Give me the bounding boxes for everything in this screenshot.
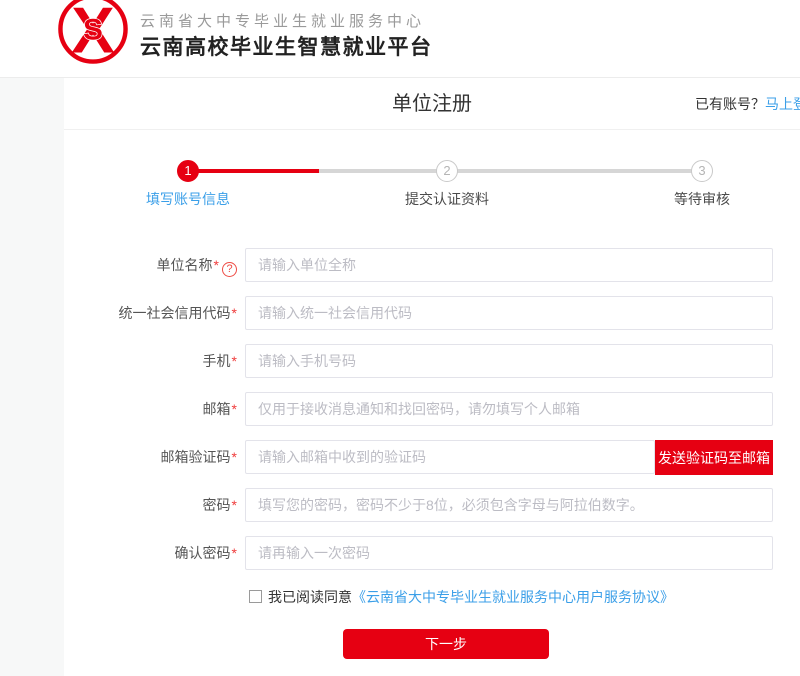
confirm-password-input[interactable]: [245, 536, 773, 570]
svg-text:S: S: [83, 13, 103, 46]
mobile-label: 手机: [203, 353, 231, 369]
step-track-progress: [189, 169, 319, 173]
field-row-email: 邮箱*: [64, 392, 800, 426]
step-1-label: 填写账号信息: [108, 189, 268, 209]
field-row-confirm-password: 确认密码*: [64, 536, 800, 570]
email-code-input[interactable]: [245, 440, 655, 474]
page-title: 单位注册: [64, 78, 800, 130]
unit-name-label: 单位名称: [157, 257, 213, 273]
credit-code-input[interactable]: [245, 296, 773, 330]
help-icon[interactable]: ?: [222, 262, 237, 277]
send-code-button[interactable]: 发送验证码至邮箱: [655, 440, 773, 475]
step-2-circle: 2: [436, 160, 458, 182]
platform-name: 云南高校毕业生智慧就业平台: [140, 31, 433, 61]
login-area: 已有账号？马上登录: [695, 78, 800, 130]
field-row-unit-name: 单位名称*?: [64, 248, 800, 282]
required-asterisk: *: [232, 545, 237, 561]
email-input[interactable]: [245, 392, 773, 426]
agreement-link[interactable]: 《云南省大中专毕业生就业服务中心用户服务协议》: [352, 589, 674, 605]
step-1-circle: 1: [177, 160, 199, 182]
header: X S 云南省大中专毕业生就业服务中心 云南高校毕业生智慧就业平台: [0, 0, 800, 78]
required-asterisk: *: [232, 497, 237, 513]
required-asterisk: *: [232, 353, 237, 369]
mobile-input[interactable]: [245, 344, 773, 378]
next-step-button[interactable]: 下一步: [343, 629, 549, 659]
password-label: 密码: [203, 497, 231, 513]
agreement-checkbox[interactable]: [249, 590, 262, 603]
unit-name-input[interactable]: [245, 248, 773, 282]
brand-logo-icon: X S: [56, 0, 130, 66]
required-asterisk: *: [232, 305, 237, 321]
step-3-circle: 3: [691, 160, 713, 182]
org-name: 云南省大中专毕业生就业服务中心: [140, 10, 425, 31]
email-code-label: 邮箱验证码: [161, 449, 231, 465]
required-asterisk: *: [232, 449, 237, 465]
step-3-label: 等待审核: [622, 189, 782, 209]
agreement-text: 我已阅读同意: [268, 589, 352, 605]
field-row-mobile: 手机*: [64, 344, 800, 378]
step-2-label: 提交认证资料: [367, 189, 527, 209]
login-link[interactable]: 马上登录: [765, 96, 800, 112]
field-row-credit-code: 统一社会信用代码*: [64, 296, 800, 330]
field-row-password: 密码*: [64, 488, 800, 522]
agreement-row: 我已阅读同意《云南省大中专毕业生就业服务中心用户服务协议》: [249, 587, 674, 605]
registration-card: 单位注册 已有账号？马上登录 1 2 3 填写账号信息 提交认证资料 等待审核 …: [64, 78, 800, 676]
confirm-password-label: 确认密码: [175, 545, 231, 561]
login-prompt: 已有账号？: [695, 96, 765, 112]
required-asterisk: *: [214, 257, 219, 273]
credit-code-label: 统一社会信用代码: [119, 305, 231, 321]
title-bar: 单位注册 已有账号？马上登录: [64, 78, 800, 130]
password-input[interactable]: [245, 488, 773, 522]
field-row-email-code: 邮箱验证码* 发送验证码至邮箱: [64, 440, 800, 474]
email-label: 邮箱: [203, 401, 231, 417]
required-asterisk: *: [232, 401, 237, 417]
